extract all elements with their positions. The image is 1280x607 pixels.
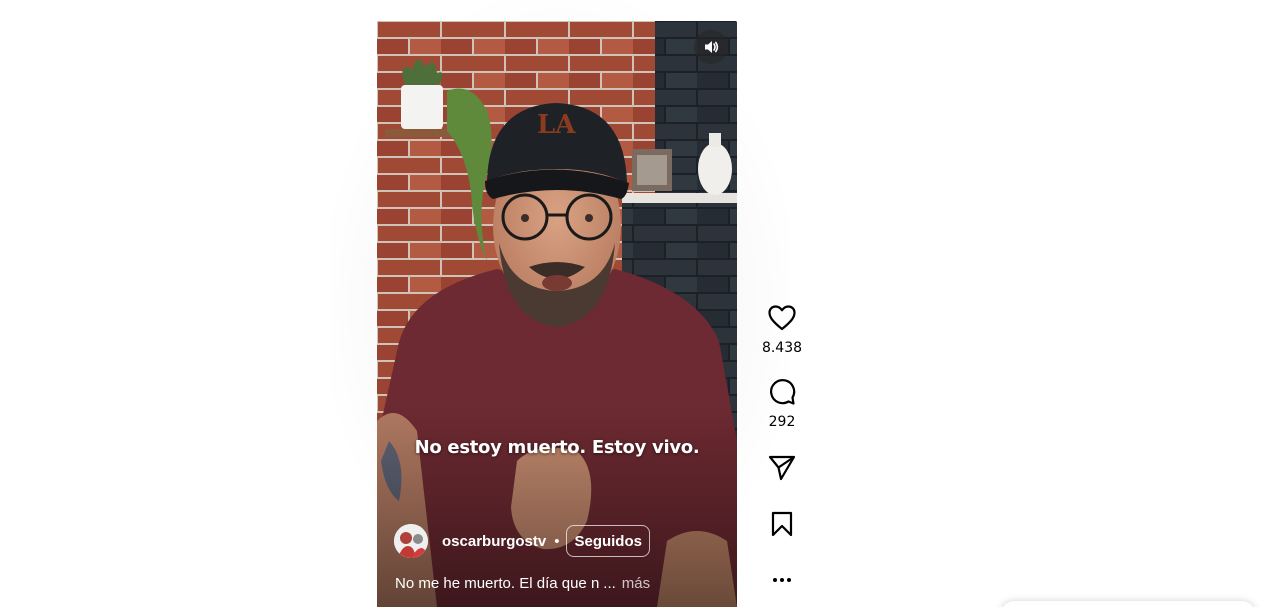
share-action — [768, 454, 796, 482]
bookmark-icon[interactable] — [768, 510, 796, 538]
svg-text:LA: LA — [537, 110, 576, 140]
video-frame: LA — [377, 21, 737, 607]
reels-page: LA No estoy muerto. Estoy vivo. oscarbur… — [0, 0, 1280, 607]
more-action — [768, 566, 796, 594]
more-horizontal-icon[interactable] — [768, 566, 796, 594]
avatar-image — [394, 524, 428, 558]
mute-toggle-button[interactable] — [694, 30, 728, 64]
avatar[interactable] — [394, 524, 428, 558]
comment-count[interactable]: 292 — [769, 414, 796, 430]
caption-text: No me he muerto. El día que n — [395, 575, 600, 592]
reel-actions: 8.438 292 — [752, 300, 812, 594]
caption-row: No me he muerto. El día que n ... más — [395, 575, 725, 592]
comment-icon[interactable] — [768, 378, 796, 406]
like-action: 8.438 — [762, 304, 802, 356]
paper-plane-icon[interactable] — [768, 454, 796, 482]
heart-icon[interactable] — [768, 304, 796, 332]
messages-bubble[interactable] — [1000, 601, 1256, 607]
caption-ellipsis: ... — [603, 575, 616, 592]
separator-dot: • — [554, 532, 560, 550]
speaker-on-icon — [705, 41, 719, 53]
save-action — [768, 510, 796, 538]
author-row: oscarburgostv • Seguidos — [394, 523, 650, 559]
comment-action: 292 — [768, 378, 796, 430]
following-button[interactable]: Seguidos — [566, 525, 650, 557]
author-username[interactable]: oscarburgostv — [442, 533, 546, 550]
video-subtitle: No estoy muerto. Estoy vivo. — [414, 437, 700, 458]
reel-video[interactable]: LA No estoy muerto. Estoy vivo. oscarbur… — [377, 21, 737, 607]
like-count[interactable]: 8.438 — [762, 340, 802, 356]
caption-more-link[interactable]: más — [622, 575, 650, 592]
